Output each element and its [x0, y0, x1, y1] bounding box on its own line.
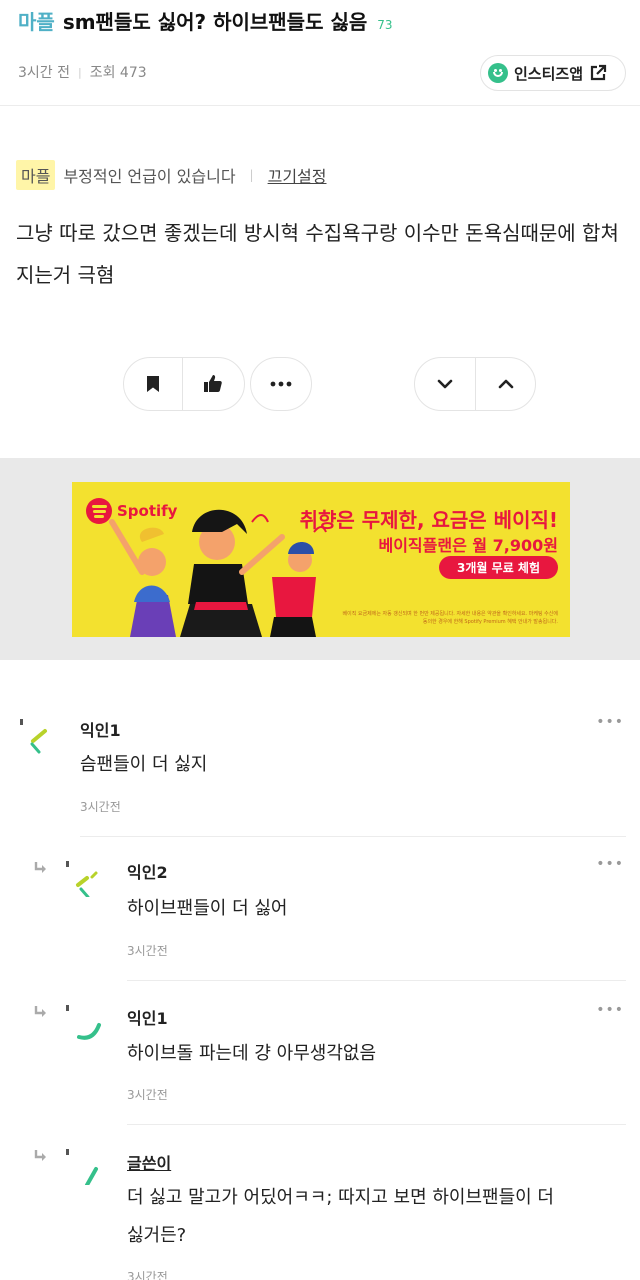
external-link-icon [590, 64, 607, 81]
spotify-ad-banner[interactable]: Spotify 취향은 무제한, 요금은 베이직! 베이직플랜은 월 7,900… [72, 482, 570, 637]
comment-reply-item: 익인2 ••• 하이브팬들이 더 싫어 3시간전 [0, 842, 640, 982]
comment-text: 하이브돌 파는데 걍 아무생각없음 [127, 1043, 377, 1064]
chevron-up-icon [498, 379, 513, 389]
title-row: 마플 sm팬들도 싫어? 하이브팬들도 싫음 73 [18, 6, 393, 35]
comment-author[interactable]: 익인1 [80, 717, 121, 741]
ad-cta-button[interactable]: 3개월 무료 체험 [439, 556, 558, 579]
reply-arrow-icon [34, 862, 46, 873]
bookmark-icon [146, 376, 159, 392]
prev-post-button[interactable] [475, 358, 535, 410]
ad-headline: 취향은 무제한, 요금은 베이직! [299, 508, 558, 532]
comment-reply-item: 익인1 ••• 하이브돌 파는데 걍 아무생각없음 3시간전 [0, 986, 640, 1126]
avatar [66, 1149, 98, 1185]
comment-count[interactable]: 73 [377, 18, 392, 32]
post-views: 조회 473 [89, 65, 147, 81]
comment-text: 하이브팬들이 더 싫어 [127, 898, 288, 919]
avatar [66, 1005, 101, 1040]
like-button[interactable] [181, 358, 244, 410]
meta-divider: | [78, 65, 82, 79]
comment-more-icon[interactable]: ••• [596, 714, 624, 730]
comment-text-continued: 싫거든? [127, 1225, 187, 1246]
comment-divider [80, 836, 626, 837]
avatar [66, 861, 98, 897]
post-navigation-group [414, 357, 536, 411]
comment-reply-item: 글쓴이 더 싫고 말고가 어딨어ㅋㅋ; 따지고 보면 하이브팬들이 더 싫거든?… [0, 1130, 640, 1280]
notice-tag: 마플 [16, 160, 56, 190]
post-header: 마플 sm팬들도 싫어? 하이브팬들도 싫음 73 3시간 전 | 조회 473… [0, 0, 640, 106]
comment-author[interactable]: 익인2 [127, 859, 168, 883]
open-app-button[interactable]: 인스티즈앱 [480, 55, 626, 91]
avatar [20, 719, 47, 754]
comment-author[interactable]: 익인1 [127, 1005, 168, 1029]
bookmark-button[interactable] [124, 358, 182, 410]
post-category[interactable]: 마플 [18, 6, 55, 35]
thumbs-up-icon [204, 375, 223, 392]
comment-text: 더 싫고 말고가 어딨어ㅋㅋ; 따지고 보면 하이브팬들이 더 [127, 1187, 554, 1208]
post-body: 그냥 따로 갔으면 좋겠는데 방시혁 수집욕구랑 이수만 돈욕심때문에 합쳐지는… [16, 221, 619, 287]
bookmark-like-group [123, 357, 245, 411]
open-app-label: 인스티즈앱 [514, 64, 584, 83]
reply-arrow-icon [34, 1006, 46, 1017]
notice-text: 부정적인 언급이 있습니다 [63, 167, 236, 186]
ad-fine-print: 베이직 요금제에는 자동 갱신되며 한 번만 제공됩니다. 자세한 내용은 약관… [342, 611, 558, 625]
comment-more-icon[interactable]: ••• [596, 1002, 624, 1018]
post-time: 3시간 전 [18, 65, 70, 81]
comment-more-icon[interactable]: ••• [596, 856, 624, 872]
comment-time: 3시간전 [127, 1088, 168, 1102]
instiz-logo-icon [488, 63, 508, 83]
post-title: sm팬들도 싫어? 하이브팬들도 싫음 [62, 10, 368, 34]
next-post-button[interactable] [415, 358, 475, 410]
chevron-down-icon [437, 379, 453, 389]
ad-subline: 베이직플랜은 월 7,900원 [378, 536, 558, 555]
comment-item: 익인1 ••• 슴팬들이 더 싫지 3시간전 [0, 700, 640, 840]
notice-off-settings-link[interactable]: 끄기설정 [268, 163, 327, 187]
comment-divider [127, 1124, 626, 1125]
comment-author-op[interactable]: 글쓴이 [127, 1150, 171, 1174]
comment-divider [127, 980, 626, 981]
ad-illustration [109, 509, 327, 637]
comment-time: 3시간전 [127, 1270, 168, 1280]
reply-arrow-icon [34, 1150, 46, 1161]
more-icon [251, 358, 311, 410]
comment-text: 슴팬들이 더 싫지 [80, 754, 208, 775]
ad-section: Spotify 취향은 무제한, 요금은 베이직! 베이직플랜은 월 7,900… [0, 458, 640, 660]
comment-time: 3시간전 [127, 944, 168, 958]
notice-divider: | [249, 168, 254, 182]
more-options-button[interactable] [250, 357, 312, 411]
post-meta: 3시간 전 | 조회 473 [18, 62, 147, 82]
comment-time: 3시간전 [80, 800, 121, 814]
negative-notice: 마플 부정적인 언급이 있습니다 | 끄기설정 [16, 160, 326, 190]
